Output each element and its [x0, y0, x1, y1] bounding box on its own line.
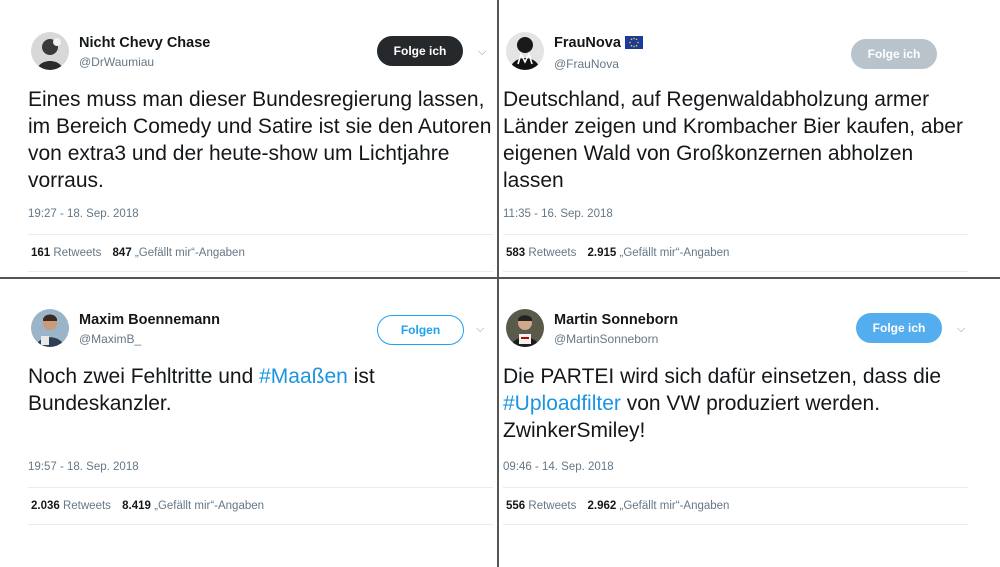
- likes-count: 8.419: [122, 500, 151, 512]
- likes-stat[interactable]: 847 „Gefällt mir“-Angaben: [113, 247, 245, 259]
- chevron-down-icon[interactable]: ⌵: [478, 46, 486, 59]
- tweet-header: Maxim Boennemann @MaximB_ Folgen ⌵: [28, 307, 498, 355]
- tweet-card: FrauNova @FrauNova Folge ich Deutschland…: [503, 30, 973, 272]
- tweet-card: Nicht Chevy Chase @DrWaumiau Folge ich ⌵…: [28, 30, 498, 272]
- chevron-down-icon[interactable]: ⌵: [957, 323, 965, 336]
- tweet-stats: 161 Retweets 847 „Gefällt mir“-Angaben: [28, 234, 493, 272]
- tweet-timestamp[interactable]: 19:57 - 18. Sep. 2018: [28, 461, 498, 473]
- follow-button[interactable]: Folgen: [377, 315, 464, 345]
- tweet-timestamp[interactable]: 09:46 - 14. Sep. 2018: [503, 461, 973, 473]
- likes-count: 2.915: [587, 247, 617, 259]
- tweet-card: Maxim Boennemann @MaximB_ Folgen ⌵ Noch …: [28, 307, 498, 525]
- avatar[interactable]: [31, 309, 69, 347]
- likes-stat[interactable]: 2.915 „Gefällt mir“-Angaben: [588, 247, 730, 259]
- likes-stat[interactable]: 2.962 „Gefällt mir“-Angaben: [588, 500, 730, 512]
- likes-count: 847: [112, 247, 132, 259]
- display-name[interactable]: Maxim Boennemann: [79, 311, 220, 329]
- eu-flag-icon: [624, 36, 643, 54]
- tweet-card: Martin Sonneborn @MartinSonneborn Folge …: [503, 307, 973, 525]
- tweet-stats: 556 Retweets 2.962 „Gefällt mir“-Angaben: [503, 487, 968, 525]
- display-name[interactable]: Nicht Chevy Chase: [79, 34, 210, 52]
- tweet-text: Die PARTEI wird sich dafür einsetzen, da…: [503, 363, 973, 444]
- display-name-text: FrauNova: [554, 35, 621, 51]
- tweet-header: Nicht Chevy Chase @DrWaumiau Folge ich ⌵: [28, 30, 498, 78]
- likes-stat[interactable]: 8.419 „Gefällt mir“-Angaben: [122, 500, 264, 512]
- likes-label: „Gefällt mir“-Angaben: [619, 247, 730, 259]
- display-name[interactable]: Martin Sonneborn: [554, 311, 678, 329]
- following-button[interactable]: Folge ich: [851, 39, 937, 69]
- tweet-text-part: Noch zwei Fehltritte und: [28, 365, 260, 388]
- tweet-header: FrauNova @FrauNova Folge ich: [503, 30, 973, 78]
- hashtag-link[interactable]: #Uploadfilter: [503, 392, 621, 415]
- tweet-timestamp[interactable]: 11:35 - 16. Sep. 2018: [503, 208, 973, 220]
- avatar[interactable]: [506, 309, 544, 347]
- retweets-stat[interactable]: 2.036 Retweets: [31, 500, 111, 512]
- tweet-stats: 2.036 Retweets 8.419 „Gefällt mir“-Angab…: [28, 487, 493, 525]
- retweets-stat[interactable]: 556 Retweets: [506, 500, 576, 512]
- retweets-label: Retweets: [528, 500, 577, 512]
- avatar[interactable]: [506, 32, 544, 70]
- tweet-text: Eines muss man dieser Bundesregierung la…: [28, 88, 492, 192]
- hashtag-link[interactable]: #Maaßen: [259, 365, 348, 388]
- user-handle[interactable]: @FrauNova: [554, 56, 643, 72]
- likes-label: „Gefällt mir“-Angaben: [619, 500, 730, 512]
- tweet-header: Martin Sonneborn @MartinSonneborn Folge …: [503, 307, 973, 355]
- retweets-stat[interactable]: 161 Retweets: [31, 247, 101, 259]
- user-handle[interactable]: @MaximB_: [79, 331, 220, 347]
- tweet-timestamp[interactable]: 19:27 - 18. Sep. 2018: [28, 208, 498, 220]
- horizontal-divider: [0, 277, 1000, 279]
- display-name[interactable]: FrauNova: [554, 34, 643, 54]
- retweets-label: Retweets: [53, 247, 102, 259]
- name-block: Martin Sonneborn @MartinSonneborn: [554, 311, 678, 347]
- retweets-stat[interactable]: 583 Retweets: [506, 247, 576, 259]
- following-button[interactable]: Folge ich: [377, 36, 463, 66]
- user-handle[interactable]: @DrWaumiau: [79, 54, 210, 70]
- likes-count: 2.962: [587, 500, 617, 512]
- user-handle[interactable]: @MartinSonneborn: [554, 331, 678, 347]
- likes-label: „Gefällt mir“-Angaben: [154, 500, 265, 512]
- retweets-count: 161: [31, 247, 51, 259]
- name-block: Maxim Boennemann @MaximB_: [79, 311, 220, 347]
- name-block: Nicht Chevy Chase @DrWaumiau: [79, 34, 210, 70]
- retweets-count: 2.036: [31, 500, 60, 512]
- name-block: FrauNova @FrauNova: [554, 34, 643, 72]
- retweets-count: 556: [506, 500, 526, 512]
- avatar[interactable]: [31, 32, 69, 70]
- tweet-text: Noch zwei Fehltritte und #Maaßen ist Bun…: [28, 363, 498, 417]
- tweet-text-part: Die PARTEI wird sich dafür einsetzen, da…: [503, 365, 942, 388]
- retweets-count: 583: [506, 247, 526, 259]
- retweets-label: Retweets: [528, 247, 577, 259]
- retweets-label: Retweets: [62, 500, 111, 512]
- likes-label: „Gefällt mir“-Angaben: [134, 247, 245, 259]
- tweet-text: Deutschland, auf Regenwaldabholzung arme…: [503, 88, 963, 192]
- tweet-stats: 583 Retweets 2.915 „Gefällt mir“-Angaben: [503, 234, 968, 272]
- chevron-down-icon[interactable]: ⌵: [476, 323, 484, 336]
- following-button[interactable]: Folge ich: [856, 313, 942, 343]
